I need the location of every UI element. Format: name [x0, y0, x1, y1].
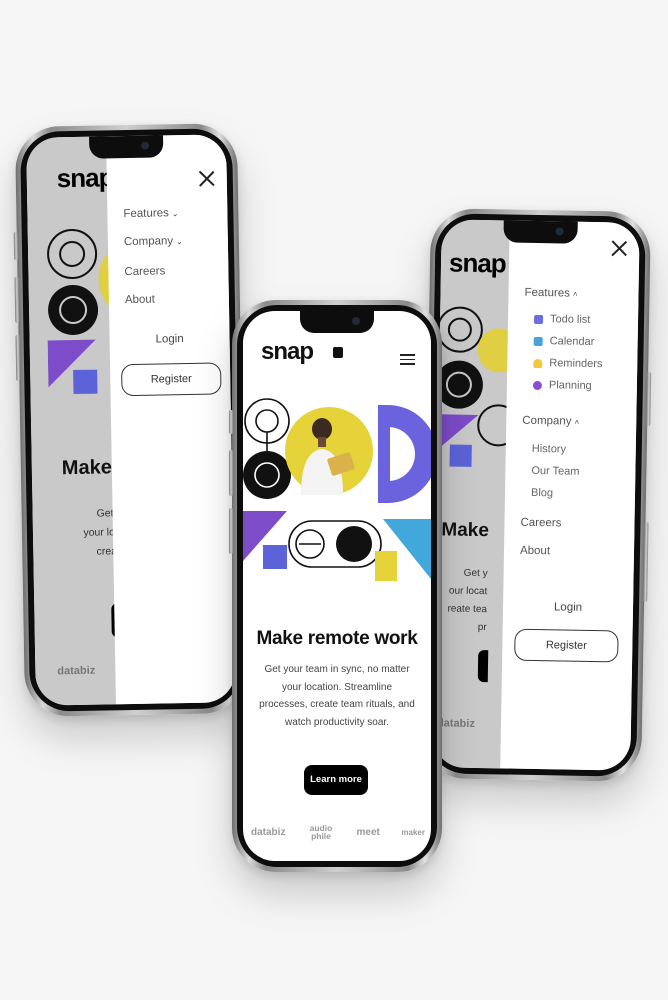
- side-button: [643, 521, 649, 602]
- register-button[interactable]: Register: [514, 628, 619, 663]
- logo[interactable]: snap: [261, 338, 314, 366]
- login-link[interactable]: Login: [503, 600, 633, 614]
- side-button: [646, 371, 652, 426]
- phone-notch: [89, 135, 164, 159]
- submenu-item-todo-list[interactable]: Todo list: [533, 313, 591, 326]
- partner-logo-meet: meet: [356, 826, 380, 838]
- side-button: [13, 231, 19, 261]
- menu-item-company[interactable]: Company ˄: [522, 415, 579, 428]
- submenu-item-planning[interactable]: Planning: [532, 379, 592, 392]
- phone-screen: snap Make Get y our locat reate tea pr d…: [432, 219, 640, 771]
- phone-notch: [503, 220, 578, 244]
- phone-mockup-center: snap Make remote work Get your team in s…: [229, 300, 442, 872]
- phone-mockup-left: snap Make r Get your t your location cre…: [13, 123, 248, 717]
- menu-item-careers[interactable]: Careers: [520, 517, 561, 530]
- menu-item-features[interactable]: Features ˄: [524, 287, 577, 300]
- login-link[interactable]: Login: [110, 332, 230, 346]
- submenu-item-reminders[interactable]: Reminders: [533, 357, 603, 370]
- logo-mark-icon: [333, 347, 343, 358]
- menu-item-features[interactable]: Features ⌄: [123, 207, 178, 220]
- side-button: [229, 508, 233, 554]
- submenu-item-history[interactable]: History: [532, 443, 566, 456]
- submenu-item-our-team[interactable]: Our Team: [531, 465, 579, 478]
- side-button: [229, 450, 233, 496]
- partner-logo-databiz: databiz: [251, 826, 286, 838]
- chevron-down-icon: ⌄: [176, 237, 183, 247]
- learn-more-button[interactable]: Learn more: [304, 765, 368, 795]
- nav-menu: Features ˄ Todo list Calendar Reminders P…: [500, 220, 640, 771]
- phone-screen: snap Make r Get your t your location cre…: [26, 134, 236, 706]
- phone-screen: snap Make remote work Get your team in s…: [243, 311, 431, 861]
- submenu-item-blog[interactable]: Blog: [531, 487, 553, 499]
- hero-title: Make remote work: [256, 628, 418, 649]
- headline: Make: [441, 519, 490, 542]
- logo: snap: [448, 247, 506, 279]
- menu-item-about[interactable]: About: [520, 545, 550, 558]
- hamburger-menu-icon[interactable]: [400, 354, 415, 365]
- partner-logo-maker: maker: [401, 827, 425, 837]
- calendar-icon: [533, 336, 543, 346]
- menu-item-careers[interactable]: Careers: [124, 265, 165, 278]
- close-icon[interactable]: [199, 171, 215, 187]
- partner-logo-audiophile: audio phile: [309, 823, 333, 841]
- chevron-down-icon: ⌄: [171, 209, 179, 219]
- bell-icon: [533, 358, 543, 368]
- chevron-up-icon: ˄: [572, 289, 578, 299]
- hero-description: Get your team in sync, no matter your lo…: [259, 664, 415, 728]
- side-button: [15, 334, 21, 381]
- partner-logo-databiz: databiz: [436, 717, 476, 730]
- side-button: [229, 410, 233, 434]
- hero-illustration: [243, 398, 431, 581]
- phone-mockup-right: snap Make Get y our locat reate tea pr d…: [421, 208, 652, 782]
- logo: snap: [56, 162, 114, 194]
- close-icon[interactable]: [611, 240, 627, 256]
- todo-icon: [533, 314, 544, 324]
- menu-item-company[interactable]: Company ⌄: [124, 235, 183, 248]
- menu-item-about[interactable]: About: [125, 294, 155, 307]
- planning-icon: [532, 380, 542, 390]
- register-button[interactable]: Register: [121, 362, 222, 397]
- chevron-up-icon: ˄: [574, 417, 580, 427]
- phone-notch: [300, 311, 374, 333]
- submenu-item-calendar[interactable]: Calendar: [533, 335, 594, 348]
- partner-logos: databiz audio phile meet maker: [251, 823, 425, 841]
- body-text: Get y our locat reate tea pr: [447, 567, 488, 634]
- nav-menu: Features ⌄ Company ⌄ Careers About Login R…: [106, 134, 236, 705]
- side-button: [14, 276, 20, 324]
- learn-more-button[interactable]: [477, 650, 489, 683]
- partner-logo-databiz: databiz: [57, 664, 96, 678]
